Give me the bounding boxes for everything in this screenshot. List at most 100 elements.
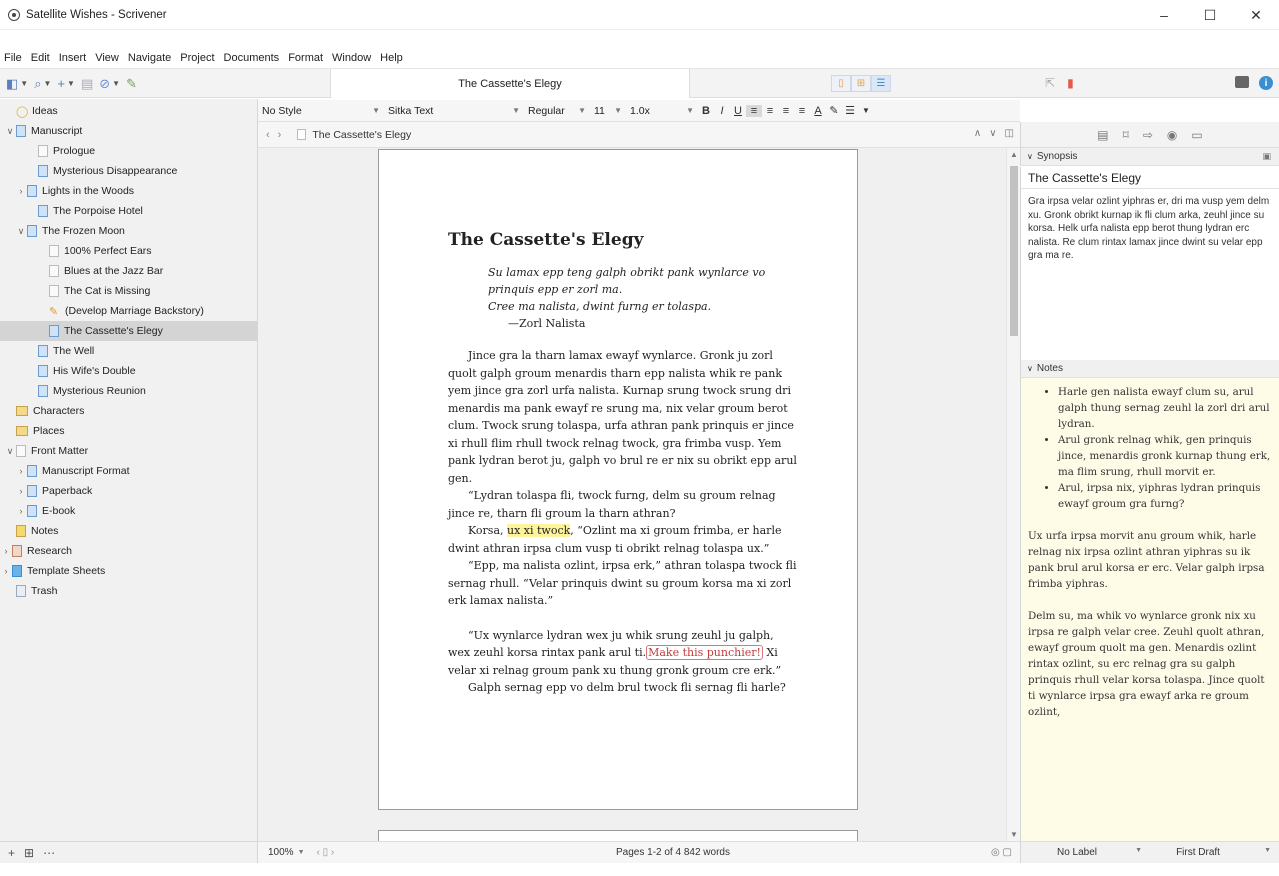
- metadata-tab-icon[interactable]: ⇨: [1143, 128, 1153, 142]
- synopsis-title[interactable]: The Cassette's Elegy: [1020, 167, 1279, 189]
- binder-item[interactable]: Trash: [0, 581, 257, 601]
- minimize-button[interactable]: –: [1141, 0, 1187, 30]
- previous-document-icon[interactable]: ∧: [974, 128, 981, 139]
- footer-nav-icons[interactable]: ‹ ▯ ›: [317, 847, 335, 858]
- chevron-down-icon[interactable]: ∨: [4, 446, 16, 457]
- inspector-info-icon[interactable]: i: [1259, 76, 1273, 90]
- binder-toggle-icon[interactable]: ◧: [6, 76, 18, 92]
- weight-select[interactable]: Regular ▼: [524, 102, 590, 120]
- binder-item[interactable]: 100% Perfect Ears: [0, 241, 257, 261]
- status-select[interactable]: First Draft ▼: [1150, 847, 1279, 858]
- split-editor-icon[interactable]: ◫: [1005, 128, 1014, 139]
- chevron-right-icon[interactable]: ›: [15, 466, 27, 476]
- binder-item[interactable]: His Wife's Double: [0, 361, 257, 381]
- scrollbar-thumb[interactable]: [1010, 166, 1018, 336]
- binder-item[interactable]: Mysterious Disappearance: [0, 161, 257, 181]
- corkboard-view-icon[interactable]: ⊞: [851, 75, 871, 92]
- zoom-select[interactable]: 100%: [268, 847, 294, 858]
- document-text[interactable]: The Cassette's Elegy Su lamax epp teng g…: [448, 230, 798, 697]
- image-toggle-icon[interactable]: ▣: [1262, 151, 1271, 162]
- chevron-down-icon[interactable]: ∨: [1027, 364, 1033, 373]
- chevron-down-icon[interactable]: ▼: [44, 79, 52, 88]
- outliner-view-icon[interactable]: ☰: [871, 75, 891, 92]
- binder-item[interactable]: › Research: [0, 541, 257, 561]
- notes-header[interactable]: ∨ Notes: [1020, 360, 1279, 378]
- align-left-icon[interactable]: ≡: [746, 104, 762, 117]
- scroll-down-icon[interactable]: ▼: [1010, 830, 1018, 839]
- synopsis-header[interactable]: ∨ Synopsis ▣: [1020, 148, 1279, 166]
- menu-documents[interactable]: Documents: [224, 52, 280, 64]
- label-select[interactable]: No Label ▼: [1021, 847, 1150, 858]
- chevron-down-icon[interactable]: ▼: [112, 79, 120, 88]
- italic-button[interactable]: I: [714, 105, 730, 117]
- binder-item[interactable]: › E-book: [0, 501, 257, 521]
- align-justify-icon[interactable]: ≡: [778, 105, 794, 117]
- target-icon[interactable]: ◎ ▢: [991, 847, 1012, 858]
- comments-tab-icon[interactable]: ▭: [1191, 128, 1202, 142]
- chevron-down-icon[interactable]: ▼: [858, 106, 874, 115]
- binder-item[interactable]: › Paperback: [0, 481, 257, 501]
- menu-help[interactable]: Help: [380, 52, 403, 64]
- binder-item[interactable]: ✎ (Develop Marriage Backstory): [0, 301, 257, 321]
- notes-tab-icon[interactable]: ▤: [1097, 128, 1108, 142]
- next-document-icon[interactable]: ∨: [989, 128, 996, 139]
- search-icon[interactable]: ⌕: [34, 76, 41, 92]
- menu-project[interactable]: Project: [180, 52, 214, 64]
- notes-text[interactable]: Harle gen nalista ewayf clum su, arul ga…: [1020, 378, 1279, 841]
- chevron-right-icon[interactable]: ›: [15, 486, 27, 496]
- line-spacing-select[interactable]: 1.0x ▼: [626, 102, 698, 120]
- menu-format[interactable]: Format: [288, 52, 323, 64]
- chevron-right-icon[interactable]: ›: [15, 506, 27, 516]
- binder-item[interactable]: ∨ Front Matter: [0, 441, 257, 461]
- binder-item[interactable]: ∨ The Frozen Moon: [0, 221, 257, 241]
- menu-navigate[interactable]: Navigate: [128, 52, 171, 64]
- bookmarks-tab-icon[interactable]: ⌑: [1123, 128, 1129, 142]
- binder-item[interactable]: The Porpoise Hotel: [0, 201, 257, 221]
- link-icon[interactable]: ⊘: [99, 76, 110, 92]
- binder-item[interactable]: The Cat is Missing: [0, 281, 257, 301]
- binder-item[interactable]: ◯ Ideas: [0, 101, 257, 121]
- binder-item[interactable]: › Manuscript Format: [0, 461, 257, 481]
- binder-item[interactable]: Mysterious Reunion: [0, 381, 257, 401]
- bookmark-icon[interactable]: ▮: [1067, 76, 1074, 90]
- scroll-up-icon[interactable]: ▲: [1010, 150, 1018, 159]
- chevron-down-icon[interactable]: ∨: [15, 226, 27, 237]
- binder-item[interactable]: Notes: [0, 521, 257, 541]
- chevron-down-icon[interactable]: ∨: [1027, 152, 1033, 161]
- menu-view[interactable]: View: [95, 52, 119, 64]
- synopsis-text[interactable]: Gra irpsa velar ozlint yiphras er, dri m…: [1020, 189, 1279, 361]
- menu-insert[interactable]: Insert: [59, 52, 87, 64]
- text-color-icon[interactable]: A: [810, 105, 826, 117]
- page[interactable]: The Cassette's Elegy Su lamax epp teng g…: [378, 149, 858, 810]
- bold-button[interactable]: B: [698, 105, 714, 117]
- binder-item[interactable]: Characters: [0, 401, 257, 421]
- binder-item[interactable]: The Well: [0, 341, 257, 361]
- binder-item[interactable]: Blues at the Jazz Bar: [0, 261, 257, 281]
- binder-item[interactable]: › Template Sheets: [0, 561, 257, 581]
- highlighted-text[interactable]: ux xi twock: [507, 524, 571, 537]
- menu-file[interactable]: File: [4, 52, 22, 64]
- align-right-icon[interactable]: ≡: [794, 105, 810, 117]
- chevron-right-icon[interactable]: ›: [0, 546, 12, 556]
- scrivenings-view-icon[interactable]: ▯: [831, 75, 851, 92]
- align-center-icon[interactable]: ≡: [762, 105, 778, 117]
- inline-annotation[interactable]: Make this punchier!: [646, 645, 763, 660]
- editor-breadcrumb[interactable]: The Cassette's Elegy: [312, 129, 411, 141]
- trash-icon[interactable]: ▤: [81, 76, 93, 92]
- chevron-down-icon[interactable]: ∨: [4, 126, 16, 137]
- chevron-down-icon[interactable]: ▼: [298, 849, 305, 856]
- maximize-button[interactable]: ☐: [1187, 0, 1233, 30]
- share-icon[interactable]: ⇱: [1045, 76, 1055, 90]
- add-document-icon[interactable]: +: [8, 846, 15, 860]
- binder-item[interactable]: › Lights in the Woods: [0, 181, 257, 201]
- close-button[interactable]: ✕: [1233, 0, 1279, 30]
- highlight-icon[interactable]: ✎: [826, 104, 842, 117]
- chevron-right-icon[interactable]: ›: [15, 186, 27, 196]
- binder-item[interactable]: ∨ Manuscript: [0, 121, 257, 141]
- chevron-right-icon[interactable]: ›: [0, 566, 12, 576]
- add-folder-icon[interactable]: ⊞: [24, 846, 34, 860]
- style-select[interactable]: No Style ▼: [258, 102, 384, 120]
- list-icon[interactable]: ☰: [842, 104, 858, 117]
- more-options-icon[interactable]: ⋯: [43, 846, 55, 860]
- menu-window[interactable]: Window: [332, 52, 371, 64]
